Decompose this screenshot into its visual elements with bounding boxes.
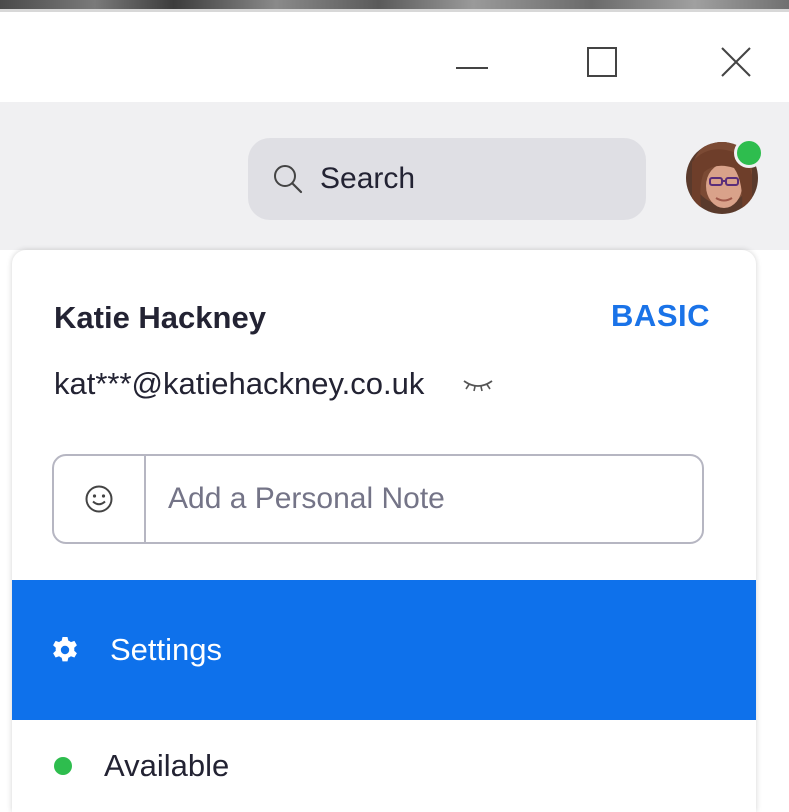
background-image-strip: [0, 0, 789, 12]
avatar[interactable]: [686, 138, 764, 214]
email-visibility-toggle[interactable]: [458, 372, 498, 396]
emoji-picker-button[interactable]: [54, 456, 146, 542]
close-button[interactable]: [716, 42, 756, 82]
online-status-dot: [734, 138, 764, 168]
plan-badge: BASIC: [611, 298, 710, 333]
search-icon: [270, 161, 306, 197]
menu-item-label: Settings: [110, 632, 223, 667]
available-status-dot: [54, 757, 72, 775]
user-name: Katie Hackney: [54, 300, 266, 335]
app-header: Search: [0, 102, 789, 250]
user-email: kat***@katiehackney.co.uk: [54, 366, 425, 401]
menu-item-available[interactable]: Available: [12, 720, 756, 812]
window-title-bar: [0, 12, 789, 102]
personal-note-input[interactable]: [146, 455, 702, 543]
minimize-icon: [456, 67, 488, 69]
email-row: kat***@katiehackney.co.uk: [54, 366, 498, 402]
maximize-icon: [587, 47, 617, 77]
minimize-button[interactable]: [452, 42, 492, 82]
search-label: Search: [320, 162, 416, 195]
menu-item-settings[interactable]: Settings: [12, 580, 756, 720]
menu-item-label: Available: [104, 748, 230, 783]
eye-closed-icon: [463, 380, 493, 392]
gear-icon: [50, 635, 80, 665]
close-icon: [721, 47, 751, 77]
personal-note-field: [52, 454, 704, 544]
profile-dropdown: Katie Hackney BASIC kat***@katiehackney.…: [12, 250, 756, 812]
right-margin: [756, 250, 789, 812]
search-bar[interactable]: Search: [248, 138, 646, 220]
smiley-icon: [85, 485, 113, 513]
maximize-button[interactable]: [582, 42, 622, 82]
